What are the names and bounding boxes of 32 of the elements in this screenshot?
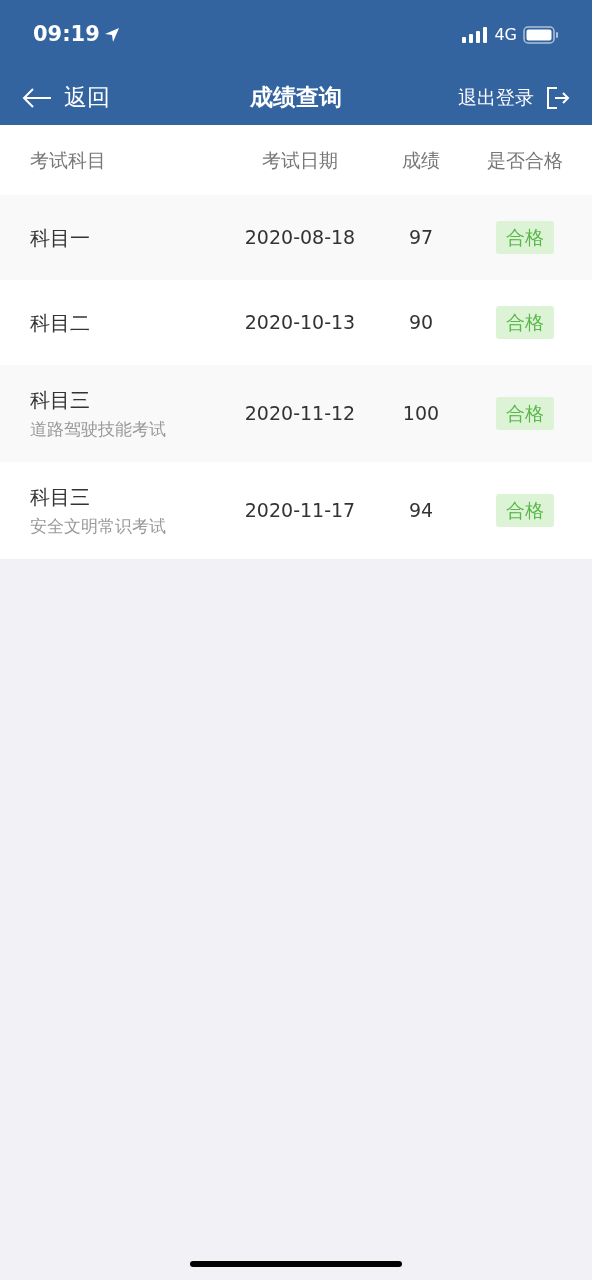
score-cell: 90 xyxy=(408,311,434,334)
score-cell: 97 xyxy=(408,226,434,249)
subject-cell-text: 科目三 xyxy=(30,386,91,414)
battery-icon xyxy=(523,26,559,44)
date-cell: 2020-11-12 xyxy=(244,402,356,425)
signal-icon xyxy=(462,27,489,43)
network-label: 4G xyxy=(494,24,517,46)
back-button[interactable]: 返回 xyxy=(22,80,110,115)
score-cell: 100 xyxy=(402,402,440,425)
subject-note: 道路驾驶技能考试 xyxy=(30,417,167,441)
location-arrow-icon xyxy=(103,27,120,43)
column-header: 成绩 xyxy=(402,148,440,171)
page-title: 成绩查询 xyxy=(250,83,342,113)
date-cell: 2020-10-13 xyxy=(244,311,356,334)
date-cell: 2020-11-17 xyxy=(244,499,356,522)
subject-cell-text: 科目三 xyxy=(30,483,91,511)
status-time: 09:19 xyxy=(33,21,100,49)
subject-cell-text: 科目二 xyxy=(30,309,91,337)
logout-icon xyxy=(546,85,570,110)
logout-button[interactable]: 退出登录 xyxy=(458,83,570,112)
subject-cell-text: 科目一 xyxy=(30,224,91,252)
result-badge: 合格 xyxy=(496,221,554,254)
date-cell: 2020-08-18 xyxy=(244,226,356,249)
result-badge: 合格 xyxy=(496,306,554,339)
column-header: 考试科目 xyxy=(30,148,106,171)
column-header: 是否合格 xyxy=(487,148,563,171)
result-badge: 合格 xyxy=(496,397,554,430)
result-badge: 合格 xyxy=(496,494,554,527)
subject-note: 安全文明常识考试 xyxy=(30,514,167,538)
back-arrow-icon xyxy=(22,87,52,108)
score-cell: 94 xyxy=(408,499,434,522)
column-header: 考试日期 xyxy=(262,148,338,171)
